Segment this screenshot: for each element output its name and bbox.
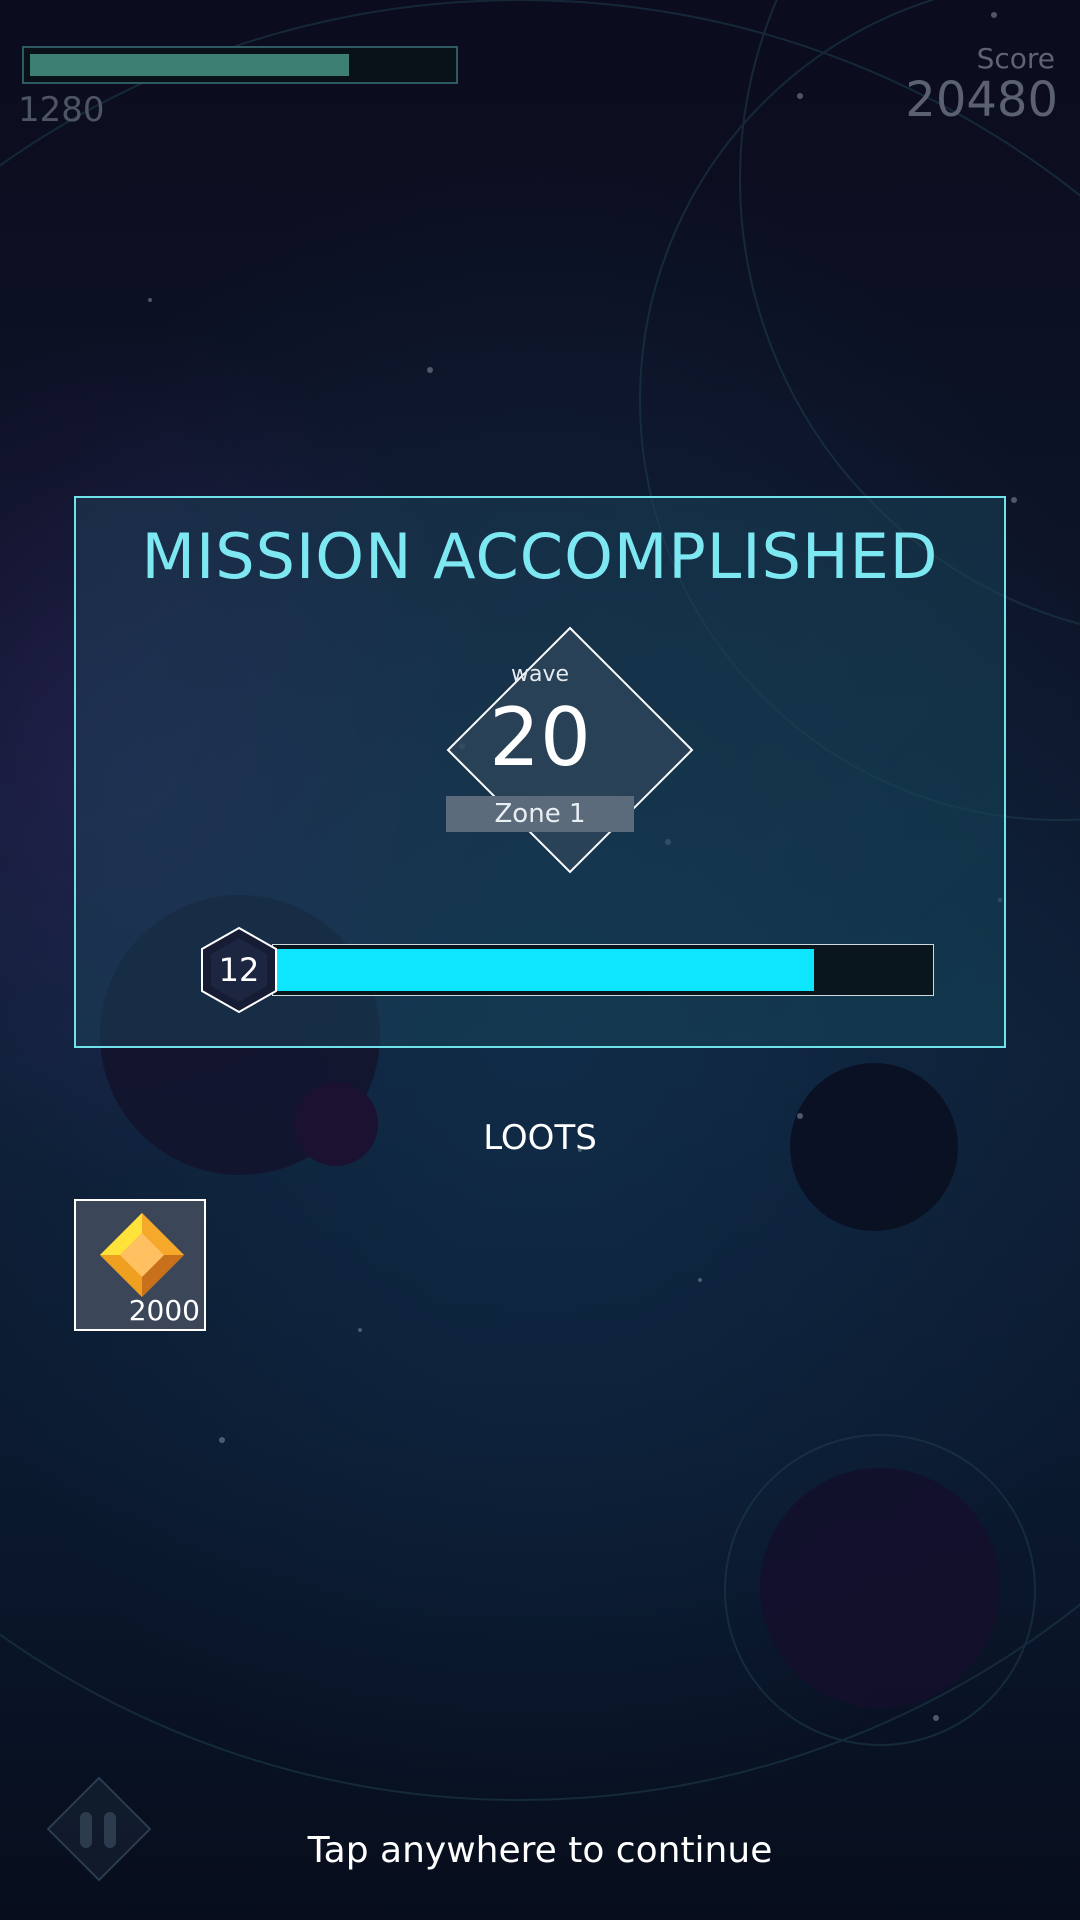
mission-panel: MISSION ACCOMPLISHED wave 20 Zone 1 12	[74, 496, 1006, 1048]
health-bar	[22, 46, 458, 84]
xp-progress-bar	[272, 944, 934, 996]
health-bar-fill	[30, 54, 349, 76]
score-value: 20480	[905, 72, 1058, 128]
tap-to-continue-prompt[interactable]: Tap anywhere to continue	[0, 1830, 1080, 1871]
planet-purple	[760, 1468, 1000, 1708]
gold-gem-icon	[100, 1213, 184, 1297]
zone-badge: Zone 1	[446, 796, 634, 832]
xp-progress-fill	[273, 949, 814, 991]
loots-heading: LOOTS	[483, 1118, 597, 1158]
loot-item[interactable]: 2000	[74, 1199, 206, 1331]
score-label: Score	[976, 42, 1055, 75]
wave-number: 20	[489, 691, 591, 784]
pause-icon	[46, 1776, 152, 1882]
wave-label: wave	[510, 662, 570, 687]
mission-title: MISSION ACCOMPLISHED	[141, 520, 939, 593]
pause-button[interactable]	[44, 1774, 154, 1884]
game-screen[interactable]: 1280 Score 20480 MISSION ACCOMPLISHED wa…	[0, 0, 1080, 1920]
health-value: 1280	[18, 90, 105, 130]
level-number: 12	[218, 951, 260, 989]
loot-amount: 2000	[128, 1294, 200, 1327]
